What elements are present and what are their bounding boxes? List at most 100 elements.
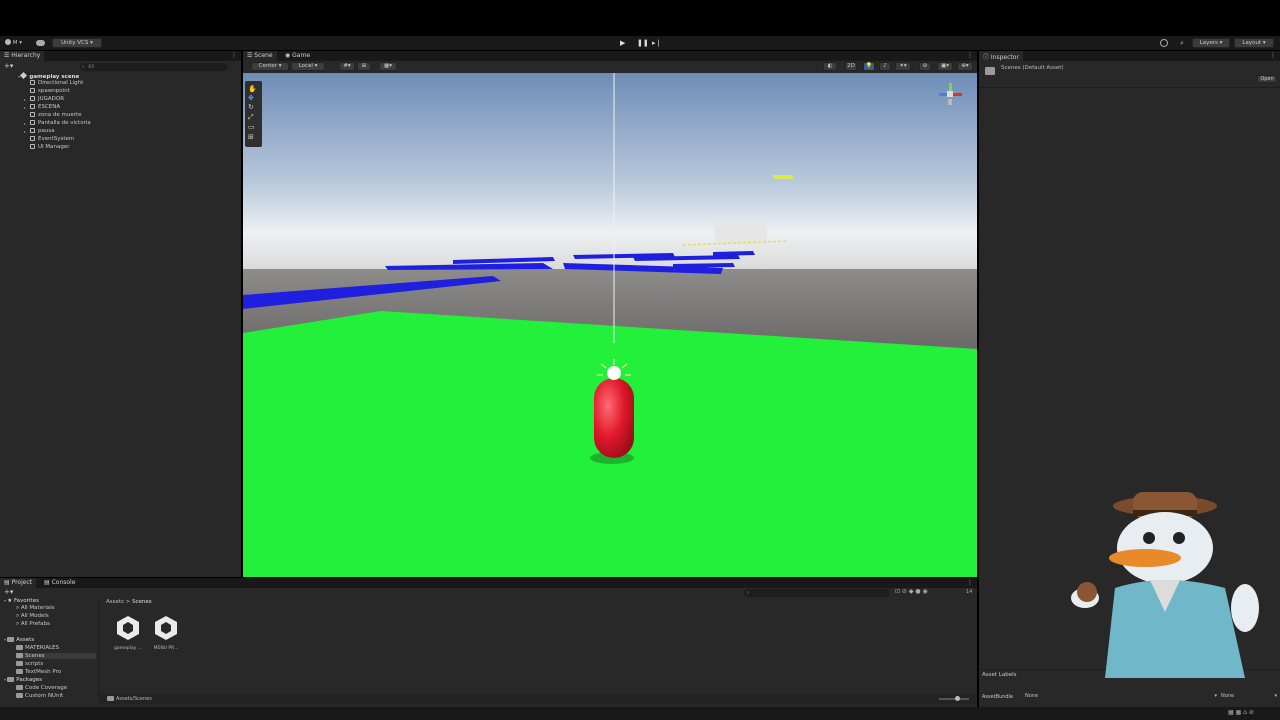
camera-settings[interactable]: ▣▾ (937, 62, 953, 71)
render-mode-button[interactable]: ▦▾ (379, 62, 397, 71)
shading-button[interactable]: ◐ (823, 62, 837, 71)
rotate-tool-icon[interactable]: ↻ (248, 103, 254, 111)
history-icon[interactable] (1160, 39, 1168, 47)
filter-icons[interactable]: ⊡ ⊘ ◆ ● ◉ (895, 588, 928, 595)
pivot-dropdown[interactable]: Center ▾ (251, 62, 289, 71)
play-button[interactable]: ▶ (620, 39, 628, 47)
project-tree-item[interactable]: ⌕ All Prefabs (16, 621, 50, 628)
project-tree-item[interactable]: TextMesh Pro (16, 669, 61, 675)
cloud-icon[interactable] (36, 40, 45, 46)
expand-caret-icon[interactable]: ▸ (24, 129, 26, 134)
gameobject-icon (30, 80, 35, 85)
scene-viewport[interactable]: ✋ ✥ ↻ ⤢ ▭ ⊞ < Persp (243, 73, 977, 577)
hierarchy-item[interactable]: UI Manager (30, 144, 70, 150)
inspector-title: Scenes (Default Asset) (1001, 65, 1064, 71)
layout-dropdown[interactable]: Layout ▾ (1234, 38, 1274, 48)
inspector-menu-icon[interactable]: ⋮ (1270, 52, 1276, 59)
packages-header[interactable]: ▾ Packages (4, 677, 42, 683)
expand-caret-icon[interactable]: ▸ (24, 105, 26, 110)
snap-increment-button[interactable]: ⊞ (357, 62, 371, 71)
hand-tool-icon[interactable]: ✋ (248, 85, 257, 93)
effects-toggle[interactable]: ✦▾ (895, 62, 911, 71)
tab-project[interactable]: ▤ Project (0, 578, 37, 588)
assets-header[interactable]: ▾ Assets (4, 637, 34, 643)
folder-large-icon (985, 67, 995, 75)
scene-icon (20, 71, 28, 80)
breadcrumb-assets[interactable]: Assets (106, 599, 124, 605)
hierarchy-search[interactable]: ⌕ All (80, 63, 228, 71)
project-tree-item[interactable]: Scenes (16, 653, 96, 659)
tab-console[interactable]: ▤ Console (40, 578, 79, 588)
scene-panel: ☰ Scene ◉ Game ⋮ Center ▾ Local ▾ #▾ ⊞ ▦… (243, 51, 977, 577)
space-dropdown[interactable]: Local ▾ (291, 62, 325, 71)
hierarchy-item[interactable]: Directional Light (30, 80, 83, 86)
expand-caret-icon[interactable]: ▸ (24, 97, 26, 102)
expand-caret-icon[interactable]: ▸ (24, 121, 26, 126)
scale-tool-icon[interactable]: ⤢ (248, 113, 254, 122)
inspector-tabbar: ⓘ Inspector ⋮ (979, 51, 1280, 61)
tab-scene[interactable]: ☰ Scene (243, 51, 277, 61)
add-object-button[interactable]: +▾ (4, 62, 13, 70)
project-tree-item[interactable]: ⌕ All Models (16, 613, 49, 620)
project-tree-item[interactable]: ⌕ All Materials (16, 605, 55, 612)
layers-dropdown[interactable]: Layers ▾ (1192, 38, 1230, 48)
mode-2d-toggle[interactable]: 2D (845, 62, 857, 71)
move-tool-icon[interactable]: ✥ (248, 94, 254, 102)
mascot-overlay (1055, 488, 1275, 688)
hidden-toggle[interactable]: ⊘ (919, 62, 931, 71)
account-button[interactable]: M ▾ (5, 39, 27, 48)
hierarchy-item[interactable]: ESCENA (30, 104, 60, 110)
project-menu-icon[interactable]: ⋮ (967, 579, 973, 586)
hierarchy-item[interactable]: spawnpoint (30, 88, 70, 94)
gameobject-icon (30, 112, 35, 117)
asset-variant-dropdown[interactable]: None ▾ (1221, 693, 1277, 701)
project-search[interactable]: ⌕ (744, 589, 890, 597)
project-tree-item[interactable]: MATERIALES (16, 645, 59, 651)
favorites-header[interactable]: ▾ ★ Favorites (4, 598, 39, 604)
gameobject-icon (30, 104, 35, 109)
scene-menu-icon[interactable]: ⋮ (967, 52, 973, 59)
scene-toolbar: Center ▾ Local ▾ #▾ ⊞ ▦▾ ◐ 2D 💡 ♪ ✦▾ ⊘ ▣… (243, 61, 977, 73)
tree-splitter[interactable] (98, 598, 99, 698)
tab-inspector[interactable]: ⓘ Inspector (979, 51, 1023, 61)
hierarchy-item[interactable]: pausa (30, 128, 55, 134)
scene-tabbar: ☰ Scene ◉ Game ⋮ (243, 51, 977, 61)
folder-icon (16, 653, 23, 658)
inspector-divider (979, 87, 1280, 88)
hierarchy-item[interactable]: JUGADOR (30, 96, 64, 102)
audio-toggle[interactable]: ♪ (879, 62, 891, 71)
search-icon[interactable]: ⌕ (1180, 39, 1188, 47)
transform-tool-icon[interactable]: ⊞ (248, 133, 254, 141)
gameobject-icon (30, 88, 35, 93)
orientation-gizmo[interactable]: < Persp (933, 79, 969, 121)
step-button[interactable]: ▸❘ (652, 39, 661, 47)
file-label: MENU PR... (153, 646, 179, 651)
hierarchy-item[interactable]: Pantalla de victoria (30, 120, 91, 126)
status-icons[interactable]: ▦ ▦ ⌂ ⊘ (1228, 709, 1254, 716)
project-icon: ▤ (4, 579, 12, 586)
create-asset-button[interactable]: +▾ (4, 588, 13, 596)
project-tree-item[interactable]: Code Coverage (16, 685, 67, 691)
panel-menu-icon[interactable]: ⋮ (231, 52, 237, 59)
rect-tool-icon[interactable]: ▭ (248, 123, 255, 131)
vcs-button[interactable]: Unity VCS ▾ (52, 38, 102, 48)
breadcrumb-scenes[interactable]: Scenes (132, 599, 152, 605)
tab-game[interactable]: ◉ Game (281, 51, 314, 61)
gizmos-toggle[interactable]: ⊕▾ (957, 62, 973, 71)
lighting-toggle[interactable]: 💡 (863, 62, 875, 71)
asset-bundle-dropdown[interactable]: None ▾ (1025, 693, 1217, 701)
tab-hierarchy[interactable]: ☰ Hierarchy (0, 51, 45, 61)
sky (243, 73, 977, 273)
open-button[interactable]: Open (1257, 75, 1277, 83)
hierarchy-item[interactable]: zona de muerte (30, 112, 82, 118)
hierarchy-item[interactable]: EventSystem (30, 136, 74, 142)
project-tree-item[interactable]: Custom NUnit (16, 693, 63, 699)
file-tile-menu[interactable]: MENU PR... (150, 614, 182, 656)
grid-snap-button[interactable]: #▾ (339, 62, 355, 71)
scene-row[interactable]: ▾ gameplay scene (18, 71, 79, 80)
pause-button[interactable]: ❚❚ (637, 39, 649, 47)
project-tree-item[interactable]: scripts (16, 661, 43, 667)
icon-size-slider[interactable] (939, 696, 969, 701)
hierarchy-tabbar: ☰ Hierarchy ⋮ (0, 51, 241, 61)
file-tile-gameplay[interactable]: gameplay ... (112, 614, 144, 656)
